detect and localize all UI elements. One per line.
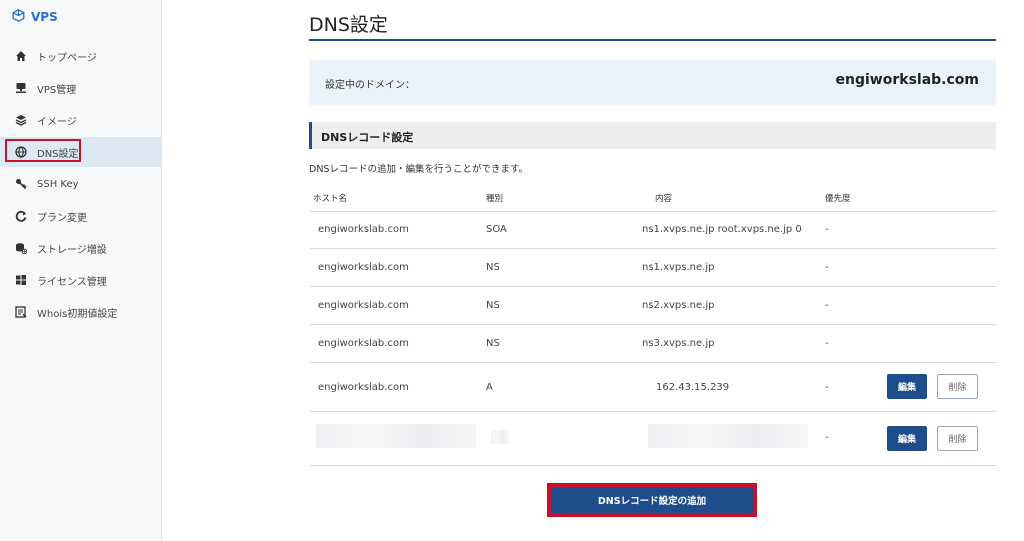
sidebar-item-vps[interactable]: VPS管理 xyxy=(0,73,161,103)
cell-type: NS xyxy=(486,300,500,311)
current-domain-box: 設定中のドメイン： engiworkslab.com xyxy=(309,60,996,105)
cell-priority: - xyxy=(825,338,829,349)
layers-icon xyxy=(14,113,28,127)
key-icon xyxy=(14,177,28,191)
windows-icon xyxy=(14,273,28,287)
domain-label: 設定中のドメイン： xyxy=(325,80,415,91)
sidebar-item-label: SSH Key xyxy=(37,178,79,190)
refresh-icon xyxy=(14,209,28,223)
brand[interactable]: VPS xyxy=(12,9,58,25)
column-header-type: 種別 xyxy=(486,194,504,204)
server-icon xyxy=(14,81,28,95)
sidebar-item-label: トップページ xyxy=(37,52,97,64)
cell-type: NS xyxy=(486,338,500,349)
title-divider xyxy=(309,39,996,41)
column-header-content: 内容 xyxy=(655,194,673,204)
add-dns-record-button[interactable]: DNSレコード設定の追加 xyxy=(551,487,753,513)
sidebar-item-label: イメージ xyxy=(37,116,77,128)
sidebar-item-label: プラン変更 xyxy=(37,212,87,224)
sidebar-item-whois[interactable]: Whois初期値設定 xyxy=(0,297,161,327)
section-heading: DNSレコード設定 xyxy=(309,122,996,149)
home-icon xyxy=(14,49,28,63)
redacted-host xyxy=(316,424,476,448)
column-header-host: ホスト名 xyxy=(313,194,348,204)
storage-icon xyxy=(14,241,28,255)
section-title: DNSレコード設定 xyxy=(321,131,414,144)
sidebar-item-label: VPS管理 xyxy=(37,84,77,96)
divider xyxy=(309,248,996,249)
description: DNSレコードの追加・編集を行うことができます。 xyxy=(309,164,529,175)
cube-icon xyxy=(12,9,25,25)
cell-host: engiworkslab.com xyxy=(318,338,409,349)
cell-host: engiworkslab.com xyxy=(318,262,409,273)
redacted-type xyxy=(491,430,509,444)
highlight-box xyxy=(5,139,81,162)
cell-content: ns2.xvps.ne.jp xyxy=(642,300,715,311)
cell-content: 162.43.15.239 xyxy=(656,382,730,393)
sidebar-item-label: ストレージ増設 xyxy=(37,244,107,256)
divider xyxy=(309,286,996,287)
divider xyxy=(309,211,996,212)
divider xyxy=(309,411,996,412)
sidebar-item-sshkey[interactable]: SSH Key xyxy=(0,169,161,199)
cell-host: engiworkslab.com xyxy=(318,300,409,311)
cell-host: engiworkslab.com xyxy=(318,224,409,235)
sidebar: VPS トップページ VPS管理 イメージ DNS設定 SSH Key プラン変… xyxy=(0,0,162,541)
sidebar-item-image[interactable]: イメージ xyxy=(0,105,161,135)
page-title: DNS設定 xyxy=(309,14,388,36)
divider xyxy=(309,324,996,325)
cell-content: ns3.xvps.ne.jp xyxy=(642,338,715,349)
delete-button[interactable]: 削除 xyxy=(937,374,978,399)
redacted-content xyxy=(648,424,808,448)
sidebar-item-label: Whois初期値設定 xyxy=(37,308,118,320)
cell-priority: - xyxy=(825,224,829,235)
edit-button[interactable]: 編集 xyxy=(887,374,927,399)
edit-button[interactable]: 編集 xyxy=(887,426,927,451)
cell-content: ns1.xvps.ne.jp root.xvps.ne.jp 0 xyxy=(642,224,802,235)
cell-content: ns1.xvps.ne.jp xyxy=(642,262,715,273)
sidebar-item-license[interactable]: ライセンス管理 xyxy=(0,265,161,295)
cell-priority: - xyxy=(825,300,829,311)
delete-button[interactable]: 削除 xyxy=(937,426,978,451)
brand-label: VPS xyxy=(31,10,58,24)
divider xyxy=(309,362,996,363)
cell-priority: - xyxy=(825,262,829,273)
cell-type: SOA xyxy=(486,224,507,235)
cell-type: A xyxy=(486,382,493,393)
divider xyxy=(309,465,996,466)
sidebar-item-top[interactable]: トップページ xyxy=(0,41,161,71)
cell-priority: - xyxy=(825,432,829,443)
sidebar-item-label: ライセンス管理 xyxy=(37,276,107,288)
cell-priority: - xyxy=(825,382,829,393)
sidebar-item-plan[interactable]: プラン変更 xyxy=(0,201,161,231)
domain-value: engiworkslab.com xyxy=(835,72,979,88)
column-header-priority: 優先度 xyxy=(825,194,851,204)
document-icon xyxy=(14,305,28,319)
cell-type: NS xyxy=(486,262,500,273)
highlight-box: DNSレコード設定の追加 xyxy=(547,483,757,517)
sidebar-item-storage[interactable]: ストレージ増設 xyxy=(0,233,161,263)
cell-host: engiworkslab.com xyxy=(318,382,409,393)
